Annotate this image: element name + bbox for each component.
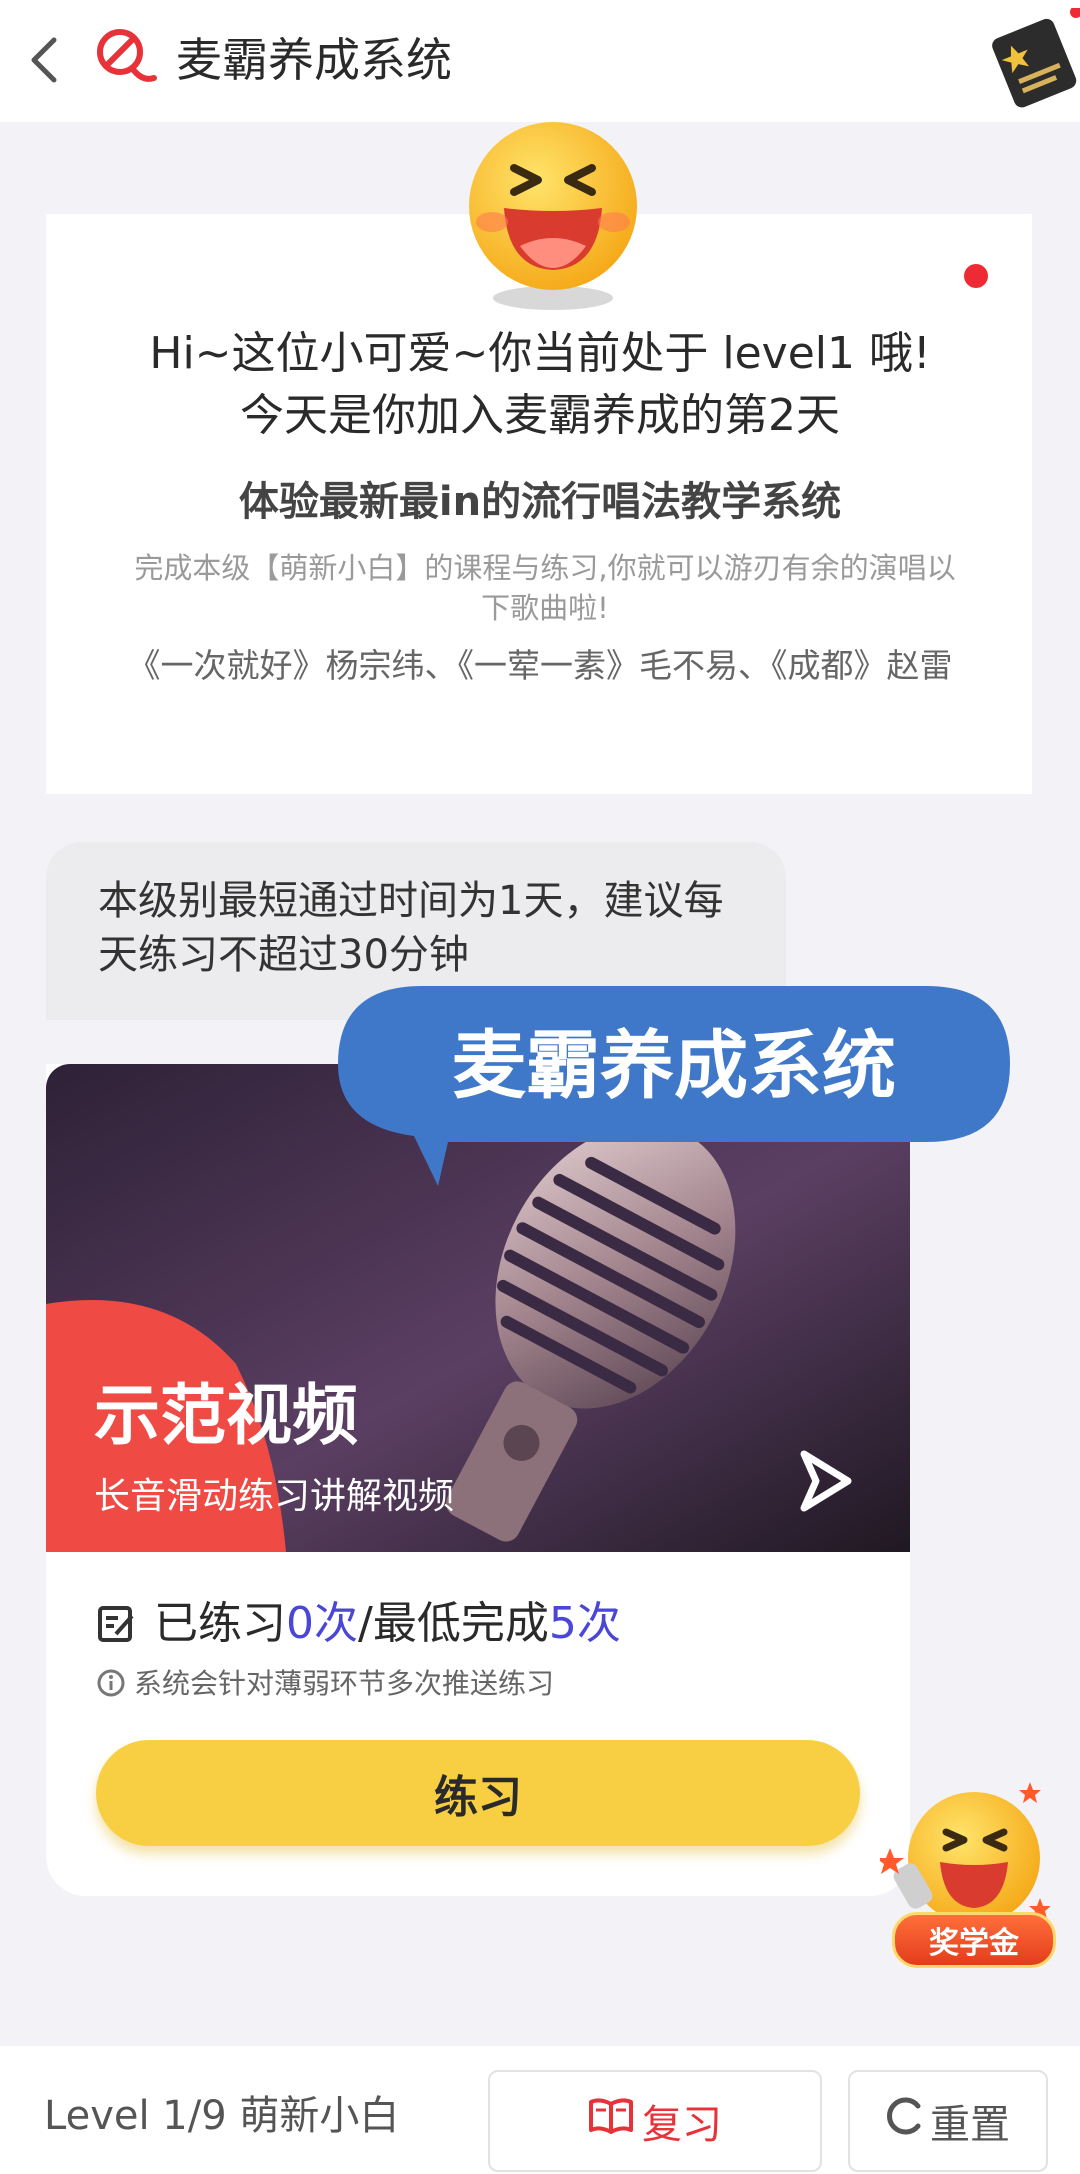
overlay-text: 麦霸养成系统 — [452, 1023, 896, 1109]
karaoke-logo-icon — [92, 24, 160, 92]
book-icon — [588, 2096, 634, 2146]
practice-progress: 已练习0次/最低完成5次 — [154, 1598, 621, 1649]
play-icon[interactable] — [796, 1446, 856, 1516]
required-count: 5次 — [548, 1598, 621, 1649]
achievement-badge-icon[interactable] — [982, 6, 1080, 112]
review-button[interactable]: 复习 — [488, 2070, 822, 2172]
info-icon — [96, 1668, 126, 1698]
scholarship-label[interactable]: 奖学金 — [892, 1912, 1056, 1968]
practice-button[interactable]: 练习 — [96, 1740, 860, 1846]
greeting-line: Hi~这位小可爱~你当前处于 level1 哦! — [149, 328, 931, 379]
refresh-icon — [886, 2096, 924, 2146]
page-title: 麦霸养成系统 — [176, 33, 452, 87]
review-label: 复习 — [642, 2102, 722, 2148]
reset-label: 重置 — [930, 2102, 1010, 2148]
join-days-line: 今天是你加入麦霸养成的第2天 — [240, 390, 840, 441]
notification-dot — [964, 264, 988, 288]
edit-note-icon — [96, 1604, 136, 1644]
chevron-left-icon[interactable] — [22, 30, 66, 90]
song-list: 《一次就好》杨宗纬、《一荤一素》毛不易、《成都》赵雷 — [127, 646, 953, 685]
level-indicator: Level 1/9 萌新小白 — [44, 2093, 400, 2139]
done-count: 0次 — [286, 1598, 358, 1649]
practice-notice: 系统会针对薄弱环节多次推送练习 — [134, 1667, 555, 1700]
video-title: 示范视频 — [94, 1377, 358, 1454]
intro-description: 完成本级【萌新小白】的课程与练习,你就可以游刃有余的演唱以下歌曲啦! — [134, 551, 956, 625]
intro-headline: 体验最新最in的流行唱法教学系统 — [238, 479, 842, 525]
top-bar — [0, 0, 1080, 122]
laughing-emoji-icon — [458, 118, 648, 318]
reset-button[interactable]: 重置 — [848, 2070, 1048, 2172]
tip-text: 本级别最短通过时间为1天，建议每天练习不超过30分钟 — [98, 878, 724, 978]
video-subtitle: 长音滑动练习讲解视频 — [94, 1476, 455, 1517]
